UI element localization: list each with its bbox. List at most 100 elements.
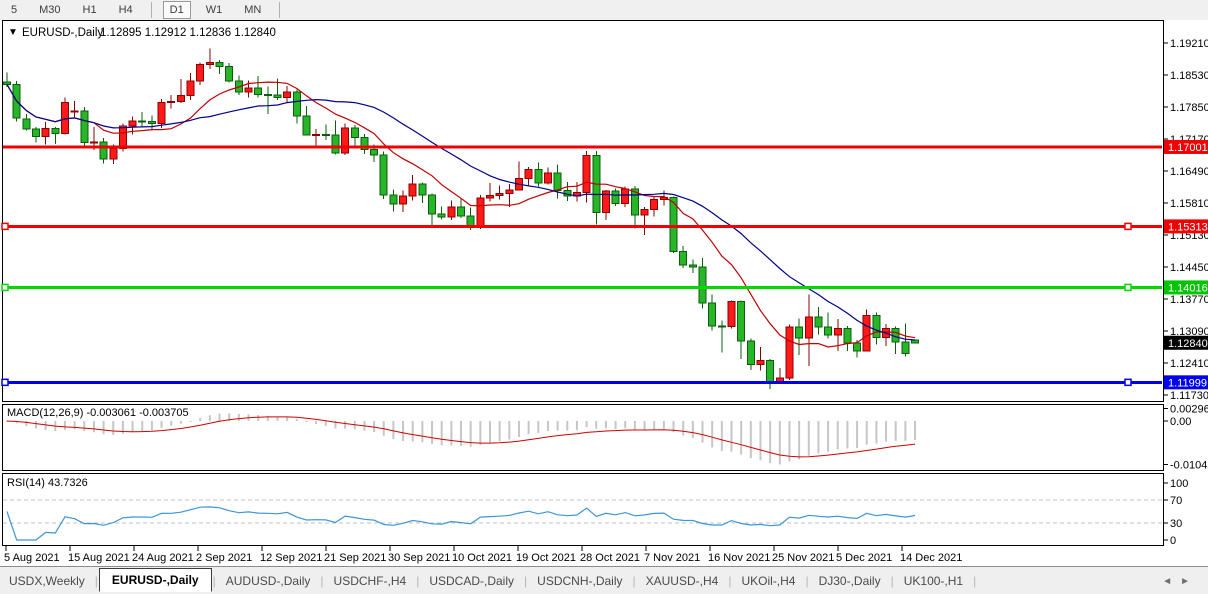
candle-down	[853, 342, 862, 352]
chart-tab-eurusd-daily[interactable]: EURUSD-,Daily	[98, 568, 212, 592]
macd-histogram-bar	[691, 421, 694, 439]
candle-up	[756, 360, 765, 365]
price-tag-text: 1.15313	[1168, 221, 1208, 233]
candle-up	[650, 199, 659, 211]
macd-histogram-bar	[546, 421, 549, 431]
date-label: 16 Nov 2021	[708, 552, 770, 564]
tab-scroll-arrows: ◄►	[1162, 576, 1198, 587]
candle-up	[785, 326, 794, 379]
chart-tab-uk100-h1[interactable]: UK100-,H1	[895, 570, 972, 592]
candle-up	[476, 197, 485, 228]
line-drag-handle[interactable]	[1124, 222, 1132, 231]
chart-tab-usdx-weekly[interactable]: USDX,Weekly	[0, 570, 94, 592]
line-drag-handle[interactable]	[1124, 378, 1132, 387]
rsi-panel: 100 70 30 0	[3, 478, 1188, 547]
candle-down	[3, 81, 11, 85]
symbol-dropdown-icon[interactable]: ▼	[8, 27, 18, 38]
macd-histogram-bar	[827, 421, 830, 452]
line-drag-handle[interactable]	[1, 283, 9, 292]
macd-histogram-bar	[315, 421, 318, 425]
tab-scroll-right-icon[interactable]: ►	[1180, 576, 1198, 587]
macd-histogram-bar	[305, 421, 308, 422]
price-tick-label: 1.12410	[1170, 358, 1208, 370]
date-label: 5 Aug 2021	[4, 552, 60, 564]
candle-down	[254, 87, 263, 95]
macd-histogram-bar	[25, 421, 28, 427]
macd-histogram-bar	[778, 421, 781, 465]
macd-histogram-bar	[527, 421, 530, 435]
candle-up	[399, 195, 408, 205]
macd-histogram-bar	[633, 421, 636, 430]
macd-axis-label: -0.010422	[1170, 460, 1208, 472]
macd-histogram-bar	[63, 421, 66, 430]
chart-tab-usdcad-daily[interactable]: USDCAD-,Daily	[420, 570, 523, 592]
macd-histogram-bar	[682, 421, 685, 436]
line-drag-handle[interactable]	[1, 222, 9, 231]
chart-tab-usdcnh-daily[interactable]: USDCNH-,Daily	[528, 570, 631, 592]
chart-tab-usdchf-h4[interactable]: USDCHF-,H4	[325, 570, 416, 592]
candle-up	[582, 154, 591, 194]
candlestick-series	[3, 48, 920, 389]
candle-down	[843, 328, 852, 344]
tab-separator: |	[973, 574, 977, 588]
candle-up	[41, 128, 50, 138]
date-label: 5 Dec 2021	[836, 552, 892, 564]
date-label: 19 Oct 2021	[516, 552, 576, 564]
macd-histogram-bar	[798, 421, 801, 460]
line-drag-handle[interactable]	[1124, 283, 1132, 292]
chart-tab-ukoil-h4[interactable]: UKOil-,H4	[732, 570, 804, 592]
timeframe-button-w1[interactable]: W1	[199, 1, 230, 19]
macd-histogram-bar	[836, 421, 839, 450]
macd-histogram-bar	[730, 421, 733, 452]
chart-canvas[interactable]: 1.192101.185301.178501.171701.164901.158…	[0, 20, 1208, 566]
macd-histogram-bar	[856, 421, 859, 448]
chart-title: ▼ EURUSD-,Daily 1.12895 1.12912 1.12836 …	[8, 27, 276, 39]
chart-tab-audusd-daily[interactable]: AUDUSD-,Daily	[217, 570, 320, 592]
price-tick-label: 1.14450	[1170, 262, 1208, 274]
rsi-axis-label: 100	[1170, 478, 1188, 490]
candle-down	[99, 141, 108, 160]
rsi-indicator-label: RSI(14) 43.7326	[7, 477, 88, 489]
candle-down	[350, 127, 359, 139]
timeframe-button-h4[interactable]: H4	[112, 1, 140, 19]
price-tick-label: 1.18530	[1170, 70, 1208, 82]
candle-down	[688, 264, 697, 268]
macd-histogram-bar	[450, 421, 453, 446]
macd-histogram-bar	[392, 421, 395, 440]
tab-scroll-left-icon[interactable]: ◄	[1162, 576, 1180, 587]
macd-histogram-bar	[662, 421, 665, 429]
timeframe-button-d1[interactable]: D1	[162, 1, 191, 19]
macd-histogram-bar	[83, 421, 86, 432]
candle-up	[447, 206, 456, 218]
candle-down	[225, 66, 234, 82]
rsi-axis-label: 30	[1170, 518, 1182, 530]
macd-histogram-bar	[218, 413, 221, 421]
chart-tab-dj30-daily[interactable]: DJ30-,Daily	[810, 570, 890, 592]
candle-down	[457, 206, 466, 217]
macd-histogram-bar	[508, 421, 511, 440]
timeframe-button-h1[interactable]: H1	[76, 1, 104, 19]
symbol-period-label: EURUSD-,Daily	[22, 27, 103, 39]
chart-tab-xauusd-h4[interactable]: XAUUSD-,H4	[637, 570, 728, 592]
candle-down	[331, 134, 340, 154]
price-tag-text: 1.11999	[1168, 377, 1207, 389]
timeframe-button-mn[interactable]: MN	[237, 1, 268, 19]
line-drag-handle[interactable]	[1, 378, 9, 387]
candle-down	[147, 121, 156, 124]
candle-up	[833, 328, 842, 336]
timeframe-button-m30[interactable]: M30	[32, 1, 67, 19]
date-label: 12 Sep 2021	[260, 552, 322, 564]
timeframe-button-5[interactable]: 5	[4, 1, 24, 19]
candle-down	[22, 118, 31, 130]
macd-histogram-bar	[498, 421, 501, 442]
candle-down	[901, 341, 910, 355]
candle-down	[428, 194, 437, 215]
candle-down	[891, 328, 900, 343]
candle-down	[273, 94, 282, 99]
rsi-line	[6, 506, 916, 541]
macd-histogram-bar	[150, 421, 153, 431]
candle-down	[872, 314, 881, 339]
price-tick-label: 1.11730	[1170, 390, 1208, 402]
candle-up	[118, 125, 127, 149]
macd-histogram-bar	[711, 421, 714, 448]
